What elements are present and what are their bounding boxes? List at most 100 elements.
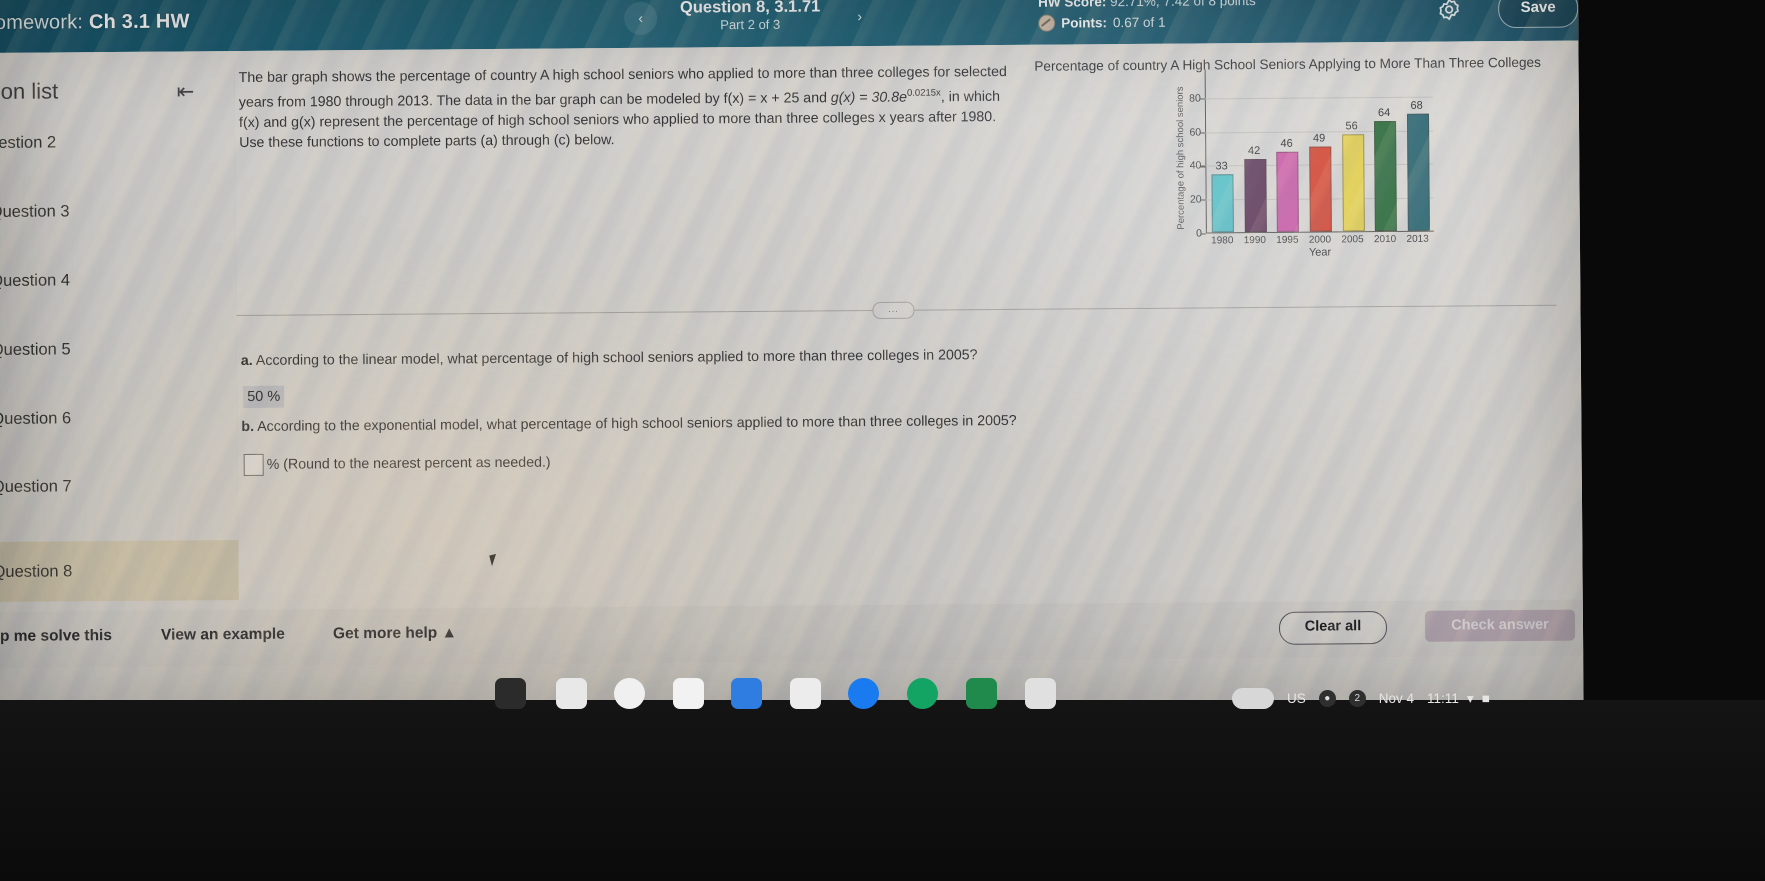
score-summary: HW Score: 92.71%, 7.42 of 8 points Point… [1038, 0, 1256, 34]
laptop-screen: Homework: Ch 3.1 HW ‹ › Question 8, 3.1.… [0, 0, 1584, 722]
points-label: Points: [1061, 15, 1108, 31]
sidebar-item-label: Question 4 [0, 271, 71, 290]
chart-bar-value: 56 [1345, 120, 1358, 133]
help-me-solve-link[interactable]: elp me solve this [0, 627, 112, 646]
view-example-link[interactable]: View an example [161, 626, 285, 645]
locale-indicator[interactable]: US [1287, 691, 1306, 706]
chart-plot-area: 0 20 40 60 80 33 1980 42 1990 46 1995 49 2000 56 2005 6… [1189, 69, 1434, 246]
chart-x-axis-label: Year [1308, 246, 1332, 259]
caret-up-icon: ▲ [441, 624, 457, 642]
sidebar-item-question-5[interactable]: Question 5 [0, 334, 245, 364]
homework-name: Ch 3.1 HW [88, 10, 190, 34]
sidebar-item-question-8[interactable]: Question 8 [0, 539, 247, 603]
chart-y-tick-label: 80 [1189, 92, 1201, 105]
chart-bar-value: 49 [1312, 132, 1326, 145]
collapse-panel-icon[interactable]: ⇤ [177, 79, 195, 104]
sidebar-item-question-6[interactable]: Question 6 [0, 403, 245, 433]
chart-bar [1244, 159, 1267, 233]
chart-x-tick-label: 1980 [1211, 235, 1234, 247]
chart-y-axis-label: Percentage of high school seniors [1174, 86, 1187, 230]
chart-bar [1341, 134, 1365, 232]
problem-formula: g(x) = 30.8e [830, 89, 908, 106]
part-b-answer-input[interactable] [243, 453, 264, 477]
calendar-icon[interactable] [556, 678, 587, 709]
save-button[interactable]: Save [1498, 0, 1579, 29]
chart-bar-value: 42 [1247, 145, 1261, 158]
chart-title: Percentage of country A High School Seni… [1034, 54, 1541, 74]
chat-icon[interactable] [907, 678, 938, 709]
os-taskbar: US ● 2 Nov 4 11:11 ▾ ■ [0, 678, 1765, 881]
chart-x-tick-label: 2013 [1406, 233, 1429, 245]
chart-y-tick-label: 20 [1189, 193, 1202, 206]
question-list-heading: stion list [0, 78, 59, 105]
sidebar-item-label: Question 8 [0, 562, 73, 581]
battery-icon: ■ [1481, 691, 1490, 706]
clock-time: 11:11 [1427, 691, 1459, 706]
part-a-answer[interactable]: 50 % [243, 385, 285, 409]
partial-credit-icon [1038, 14, 1056, 32]
sidebar-item-question-4[interactable]: Question 4 [0, 265, 244, 295]
part-b-answer-note: % (Round to the nearest percent as neede… [266, 454, 551, 473]
homework-title: Homework: Ch 3.1 HW [0, 10, 190, 35]
chart-bar [1309, 146, 1332, 232]
taskbar-clock[interactable]: 11:11 ▾ ■ [1427, 691, 1490, 707]
mouse-cursor [489, 552, 503, 567]
sidebar-item-label: Question 6 [0, 409, 72, 428]
part-a-question: a. According to the linear model, what p… [241, 345, 1041, 371]
chart-y-tick-label: 0 [1196, 227, 1202, 240]
chart-bar [1406, 113, 1430, 231]
chart-x-tick-label: 1990 [1243, 234, 1266, 247]
dot-icon[interactable]: ● [1318, 690, 1336, 707]
part-a-body: According to the linear model, what perc… [252, 347, 978, 369]
hw-score-row: HW Score: 92.71%, 7.42 of 8 points [1038, 0, 1256, 13]
part-b-prefix: b. [241, 418, 255, 436]
gear-icon[interactable] [1436, 0, 1462, 23]
chart-bar-value: 33 [1215, 160, 1228, 173]
chart-bar [1276, 152, 1300, 232]
hw-score-value: 92.71%, 7.42 of 8 points [1110, 0, 1256, 10]
problem-panel: The bar graph shows the percentage of co… [234, 40, 1583, 611]
get-more-help-label: Get more help [332, 624, 438, 643]
notification-count-icon[interactable]: 2 [1348, 690, 1366, 707]
chart-bar-value: 46 [1280, 138, 1293, 151]
wifi-icon: ▾ [1466, 690, 1474, 706]
chart-y-tick-label: 60 [1189, 126, 1202, 139]
gmail-icon[interactable] [673, 678, 704, 709]
check-answer-button[interactable]: Check answer [1424, 609, 1576, 642]
taskbar-date[interactable]: Nov 4 [1379, 691, 1414, 706]
files-icon[interactable] [731, 678, 762, 709]
sidebar-item-question-2[interactable]: uestion 2 [0, 127, 243, 157]
avatar[interactable] [1232, 688, 1274, 709]
sidebar-item-label: Question 5 [0, 340, 71, 359]
question-nav: Question 8, 3.1.71 Part 2 of 3 [620, 0, 880, 45]
chart-x-tick-label: 1995 [1276, 234, 1299, 246]
chrome-icon[interactable] [614, 678, 645, 709]
gemini-icon[interactable] [495, 678, 526, 709]
chart-bar-value: 68 [1410, 99, 1423, 112]
chart-y-tick-label: 40 [1189, 159, 1202, 173]
chart-bar [1211, 174, 1235, 233]
sidebar-item-question-7[interactable]: Question 7 [0, 471, 246, 501]
taskbar-status-area[interactable]: US ● 2 Nov 4 11:11 ▾ ■ [1232, 688, 1490, 709]
problem-statement: The bar graph shows the percentage of co… [239, 62, 1010, 154]
sheets-icon[interactable] [966, 678, 997, 709]
part-b-question: b. According to the exponential model, w… [241, 411, 1061, 437]
expand-ellipsis-button[interactable]: ... [872, 301, 915, 320]
clear-all-button[interactable]: Clear all [1278, 611, 1388, 645]
homework-label: Homework: [0, 11, 84, 35]
action-footer: elp me solve this View an example Get mo… [0, 599, 1584, 668]
taskbar-icons [0, 678, 1765, 738]
hw-score-label: HW Score: [1038, 0, 1107, 10]
chart-bar [1374, 120, 1398, 232]
sidebar-item-question-3[interactable]: Question 3 [0, 196, 244, 226]
get-more-help-link[interactable]: Get more help ▲ [333, 624, 457, 643]
photographed-screen: Homework: Ch 3.1 HW ‹ › Question 8, 3.1.… [0, 0, 1765, 881]
messenger-icon[interactable] [848, 678, 879, 709]
part-b-answer-row: % (Round to the nearest percent as neede… [243, 452, 551, 477]
sidebar-item-label: Question 7 [0, 477, 72, 496]
app-icon[interactable] [1025, 678, 1056, 709]
photos-icon[interactable] [790, 678, 821, 709]
chart-y-axis [1204, 69, 1208, 234]
part-b-body: According to the exponential model, what… [253, 412, 1017, 435]
bar-chart: Percentage of country A High School Seni… [1004, 49, 1566, 283]
